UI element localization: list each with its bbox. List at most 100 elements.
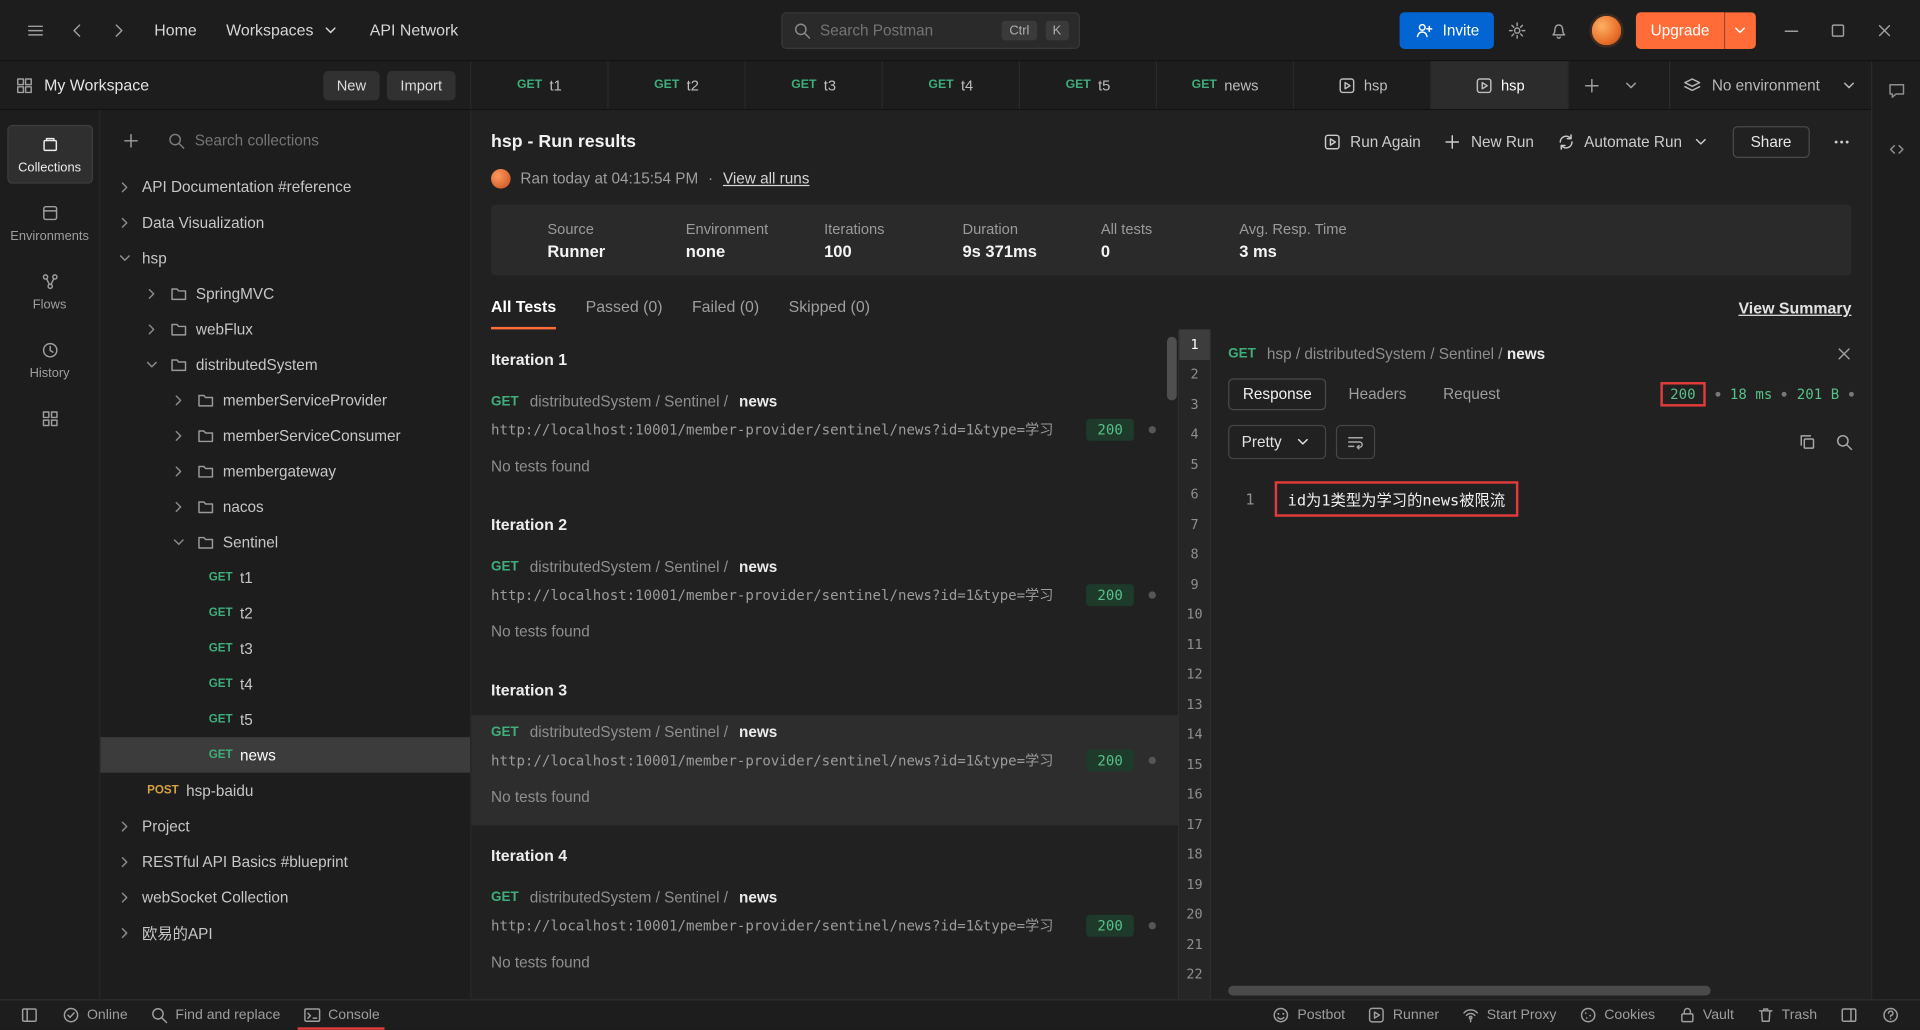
iteration-number-7[interactable]: 7 <box>1179 509 1210 539</box>
new-button[interactable]: New <box>323 70 379 99</box>
nav-api-network[interactable]: API Network <box>358 13 471 46</box>
tab-news[interactable]: GETnews <box>1157 61 1294 109</box>
iteration-number-2[interactable]: 2 <box>1179 359 1210 389</box>
tab-passed-0[interactable]: Passed (0) <box>586 298 663 330</box>
vertical-scrollbar[interactable] <box>1167 332 1177 997</box>
tree-item-springmvc[interactable]: SpringMVC <box>100 276 470 312</box>
tree-item-hsp-baidu[interactable]: POSThsp-baidu <box>100 773 470 809</box>
workspace-switcher[interactable]: My Workspace New Import <box>0 61 471 109</box>
statusbar-item[interactable] <box>1829 1003 1868 1027</box>
tree-item-news[interactable]: GETnews <box>100 737 470 773</box>
tree-item-websocket-collection[interactable]: webSocket Collection <box>100 879 470 915</box>
sidebar-item-flows[interactable]: Flows <box>7 262 93 321</box>
tab-headers[interactable]: Headers <box>1334 378 1421 410</box>
sidebar-item-item[interactable] <box>7 399 93 437</box>
statusbar-online[interactable]: Online <box>51 1003 137 1027</box>
statusbar-start-proxy[interactable]: Start Proxy <box>1451 1003 1566 1027</box>
iteration-number-3[interactable]: 3 <box>1179 389 1210 419</box>
nav-home[interactable]: Home <box>142 13 209 46</box>
back-icon[interactable] <box>59 12 96 49</box>
tab-t2[interactable]: GETt2 <box>609 61 746 109</box>
tree-item-memberserviceconsumer[interactable]: memberServiceConsumer <box>100 418 470 454</box>
copy-icon[interactable] <box>1798 432 1818 452</box>
view-all-runs-link[interactable]: View all runs <box>723 170 809 187</box>
iteration-number-11[interactable]: 11 <box>1179 629 1210 659</box>
upgrade-button[interactable]: Upgrade <box>1636 12 1756 49</box>
tree-item-restful-api-basics-blueprint[interactable]: RESTful API Basics #blueprint <box>100 844 470 880</box>
iteration-number-18[interactable]: 18 <box>1179 839 1210 869</box>
tab-t5[interactable]: GETt5 <box>1020 61 1157 109</box>
tree-item-t4[interactable]: GETt4 <box>100 666 470 702</box>
tab-all-tests[interactable]: All Tests <box>491 298 556 330</box>
tree-item-memberserviceprovider[interactable]: memberServiceProvider <box>100 382 470 418</box>
statusbar-postbot[interactable]: Postbot <box>1262 1003 1355 1027</box>
iteration-number-4[interactable]: 4 <box>1179 419 1210 449</box>
new-run-button[interactable]: New Run <box>1443 132 1534 152</box>
statusbar-find-and-replace[interactable]: Find and replace <box>140 1003 290 1027</box>
wrap-text-icon[interactable] <box>1336 425 1375 459</box>
import-button[interactable]: Import <box>387 70 456 99</box>
iteration-number-1[interactable]: 1 <box>1179 329 1210 359</box>
iteration-request[interactable]: GETdistributedSystem / Sentinel / news <box>491 715 1161 741</box>
sidebar-item-environments[interactable]: Environments <box>7 193 93 252</box>
statusbar-cookies[interactable]: Cookies <box>1569 1003 1665 1027</box>
upgrade-label[interactable]: Upgrade <box>1636 12 1724 49</box>
sidebar-item-history[interactable]: History <box>7 331 93 390</box>
tree-item-webflux[interactable]: webFlux <box>100 311 470 347</box>
tree-item-membergateway[interactable]: membergateway <box>100 453 470 489</box>
iteration-number-15[interactable]: 15 <box>1179 749 1210 779</box>
collection-search[interactable] <box>157 125 458 157</box>
tab-t1[interactable]: GETt1 <box>471 61 608 109</box>
tree-item-t2[interactable]: GETt2 <box>100 595 470 631</box>
window-maximize-icon[interactable] <box>1820 12 1857 49</box>
statusbar-item[interactable] <box>10 1003 49 1027</box>
iteration-number-21[interactable]: 21 <box>1179 929 1210 959</box>
tab-failed-0[interactable]: Failed (0) <box>692 298 759 330</box>
iteration-number-13[interactable]: 13 <box>1179 689 1210 719</box>
new-tab-icon[interactable] <box>1573 67 1610 104</box>
tab-t3[interactable]: GETt3 <box>746 61 883 109</box>
iteration-request[interactable]: GETdistributedSystem / Sentinel / news <box>491 384 1161 410</box>
automate-run-button[interactable]: Automate Run <box>1556 132 1710 152</box>
iteration-number-14[interactable]: 14 <box>1179 719 1210 749</box>
window-minimize-icon[interactable] <box>1773 12 1810 49</box>
tree-item-sentinel[interactable]: Sentinel <box>100 524 470 560</box>
global-search-input[interactable] <box>820 21 993 38</box>
global-search[interactable]: Ctrl K <box>781 12 1080 49</box>
tree-item-t3[interactable]: GETt3 <box>100 631 470 667</box>
tree-item-api-documentation-reference[interactable]: API Documentation #reference <box>100 169 470 205</box>
tab-hsp[interactable]: hsp <box>1431 61 1568 109</box>
tree-item-t5[interactable]: GETt5 <box>100 702 470 738</box>
environment-selector[interactable]: No environment <box>1669 61 1871 109</box>
iteration-number-6[interactable]: 6 <box>1179 479 1210 509</box>
tab-skipped-0[interactable]: Skipped (0) <box>789 298 870 330</box>
upgrade-caret-icon[interactable] <box>1724 12 1756 49</box>
comments-icon[interactable] <box>1886 81 1906 101</box>
tree-item-data-visualization[interactable]: Data Visualization <box>100 204 470 240</box>
tab-t4[interactable]: GETt4 <box>883 61 1020 109</box>
view-summary-link[interactable]: View Summary <box>1738 299 1851 328</box>
invite-button[interactable]: Invite <box>1400 12 1494 49</box>
tab-hsp[interactable]: hsp <box>1294 61 1431 109</box>
iteration-number-17[interactable]: 17 <box>1179 809 1210 839</box>
sidebar-item-collections[interactable]: Collections <box>7 125 93 184</box>
tree-item-hsp[interactable]: hsp <box>100 240 470 276</box>
tab-request[interactable]: Request <box>1428 378 1514 410</box>
iteration-number-20[interactable]: 20 <box>1179 899 1210 929</box>
add-collection-icon[interactable] <box>113 122 150 159</box>
view-mode-dropdown[interactable]: Pretty <box>1228 425 1326 459</box>
nav-workspaces[interactable]: Workspaces <box>214 13 353 47</box>
iteration-number-9[interactable]: 9 <box>1179 569 1210 599</box>
tab-options-icon[interactable] <box>1613 67 1650 104</box>
statusbar-vault[interactable]: Vault <box>1667 1003 1743 1027</box>
main-menu-icon[interactable] <box>17 12 54 49</box>
tree-item-t1[interactable]: GETt1 <box>100 560 470 596</box>
iteration-number-8[interactable]: 8 <box>1179 539 1210 569</box>
share-button[interactable]: Share <box>1732 126 1810 158</box>
iteration-number-16[interactable]: 16 <box>1179 779 1210 809</box>
collection-search-input[interactable] <box>195 132 448 149</box>
forward-icon[interactable] <box>100 12 137 49</box>
settings-gear-icon[interactable] <box>1499 12 1536 49</box>
iteration-number-10[interactable]: 10 <box>1179 599 1210 629</box>
run-again-button[interactable]: Run Again <box>1322 132 1421 152</box>
